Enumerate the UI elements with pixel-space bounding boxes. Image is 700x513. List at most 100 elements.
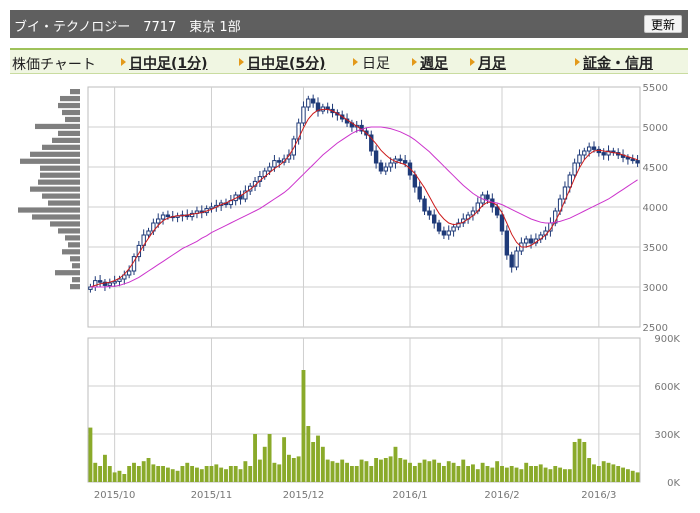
candle-body [509,254,514,268]
candle-body [528,238,534,244]
volume-bar [383,458,388,482]
volume-bar [136,466,141,482]
volume-profile-bar [65,116,80,123]
volume-bar [625,469,630,482]
volume-bar [141,461,146,482]
volume-profile-bar [58,130,80,137]
volume-bar [204,466,209,482]
volume-bar [611,464,616,482]
volume-tick-label: 600K [654,382,680,393]
volume-bar [412,466,417,482]
volume-bar [509,466,514,482]
volume-bar [117,470,122,482]
volume-bar [257,459,262,482]
x-tick-label: 2016/1 [392,490,427,501]
volume-bar [422,459,427,482]
candle-body [586,146,592,152]
volume-bar [330,461,335,482]
candle-body [267,166,272,172]
candle-body [112,280,117,284]
candle-body [577,154,582,164]
volume-profile-bar [40,172,80,178]
candle-body [126,270,132,276]
volume-bar [296,456,301,482]
candle-body [117,278,122,282]
x-tick-label: 2015/12 [283,490,325,501]
volume-bar [112,472,117,482]
volume-profile-bar [70,256,80,262]
volume-profile-bar [18,207,80,213]
volume-bar [277,464,282,482]
volume-bar [504,467,509,482]
volume-profile-bar [62,249,80,255]
volume-bar [190,466,195,482]
candle-body [499,214,505,232]
price-tick-label: 3500 [643,243,668,254]
volume-bar [185,462,190,482]
volume-bar [630,470,635,482]
volume-bar [224,469,228,482]
volume-bar [161,466,165,482]
volume-bar [146,458,151,482]
volume-bar [156,466,161,482]
volume-bar [495,461,500,482]
candle-body [625,156,631,160]
candle-body [485,194,490,200]
candle-body [524,238,529,244]
candle-body [494,206,500,216]
candle-body [107,282,112,286]
candle-body [146,230,151,236]
volume-bar [151,464,156,482]
candle-body [373,150,379,164]
volume-bar [103,454,107,482]
volume-bar [287,454,291,482]
price-tick-label: 4000 [643,203,668,214]
candle-body [572,162,577,176]
volume-bar [606,462,611,482]
volume-bar [93,462,98,482]
volume-bar [248,466,253,482]
volume-bar [456,466,461,482]
candle-body [630,158,635,162]
volume-bar [349,466,354,482]
candle-body [422,198,427,212]
volume-bar [306,426,311,482]
volume-bar [485,466,490,482]
volume-bar [393,446,398,482]
price-tick-label: 5000 [643,123,668,134]
volume-profile-bar [58,102,80,109]
volume-bar [563,469,567,482]
volume-bar [529,466,533,482]
candle-body [582,150,587,156]
volume-profile-bar [70,89,80,95]
volume-profile-bar [72,263,80,269]
volume-bar [219,467,224,482]
volume-bar [233,466,238,482]
volume-bar [311,442,316,482]
volume-bar [398,458,403,482]
volume-bar [132,462,136,482]
volume-bar [635,472,640,482]
candle-body [567,174,572,188]
candle-body [378,162,384,172]
candle-body [277,160,282,163]
candle-body [432,214,437,224]
volume-bar [592,464,596,482]
volume-bar [533,466,538,482]
volume-bar [616,466,621,482]
candle-body [441,230,447,236]
volume-bar [253,434,257,482]
volume-profile-bar [50,221,80,227]
volume-bar [601,461,606,482]
volume-bar [374,458,379,482]
volume-bar [359,459,364,482]
volume-bar [567,469,572,482]
volume-bar [427,461,432,482]
volume-bar [243,461,248,482]
volume-bar [122,474,127,482]
volume-bar [524,462,529,482]
volume-profile-bar [35,123,80,130]
volume-bar [446,461,451,482]
volume-bar [543,467,548,482]
candle-body [160,214,166,220]
